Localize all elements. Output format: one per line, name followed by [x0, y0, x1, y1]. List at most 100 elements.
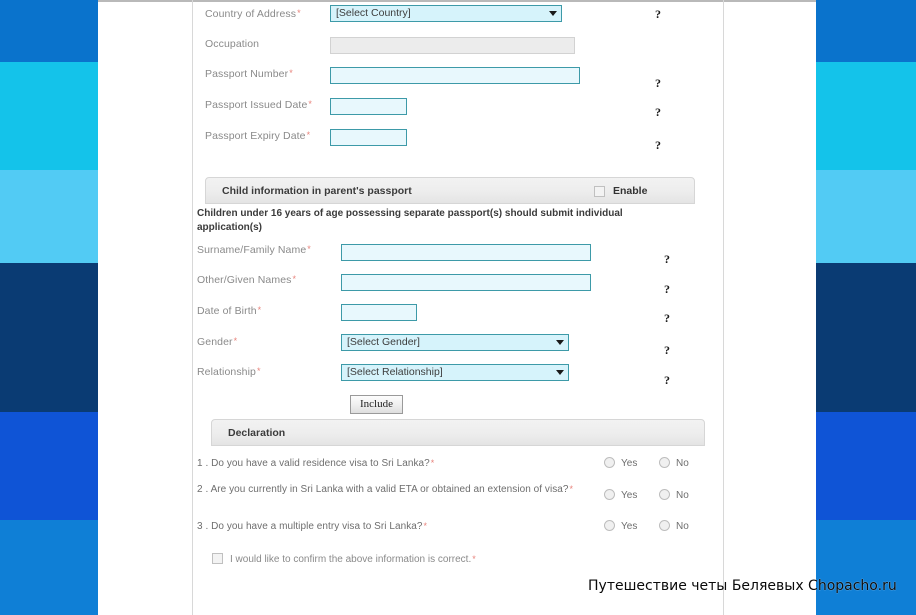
radio-label-q2-no[interactable]: No	[676, 490, 689, 501]
checkbox-enable-child-information[interactable]	[594, 186, 605, 197]
declaration-question-1: 1 . Do you have a valid residence visa t…	[197, 457, 597, 470]
include-button[interactable]: Include	[350, 395, 403, 414]
label-child-relationship: Relationship*	[197, 366, 261, 378]
help-icon-child-gender[interactable]: ?	[664, 343, 670, 358]
declaration-question-3: 3 . Do you have a multiple entry visa to…	[197, 520, 597, 533]
radio-label-q3-yes[interactable]: Yes	[621, 521, 637, 532]
background-band	[816, 170, 916, 263]
section-header-declaration: Declaration	[211, 419, 705, 446]
form-row-country-of-address: Country of Address* [Select Country] ?	[193, 2, 723, 32]
application-form-page: Country of Address* [Select Country] ? O…	[98, 0, 816, 615]
radio-q2-yes[interactable]	[604, 489, 615, 500]
radio-label-q1-yes[interactable]: Yes	[621, 458, 637, 469]
help-icon-child-surname[interactable]: ?	[664, 252, 670, 267]
required-marker: *	[257, 305, 262, 315]
form-row-child-date-of-birth: Date of Birth* ?	[193, 299, 723, 329]
label-passport-number: Passport Number*	[205, 68, 293, 80]
help-icon-passport-issued-date[interactable]: ?	[655, 105, 661, 120]
label-child-gender: Gender*	[197, 336, 238, 348]
watermark-text: Путешествие четы Беляевых Chopacho.ru	[588, 578, 897, 594]
label-country-of-address: Country of Address*	[205, 8, 301, 20]
form-row-occupation: Occupation	[193, 32, 723, 62]
label-passport-expiry-date: Passport Expiry Date*	[205, 130, 311, 142]
help-icon-country-of-address[interactable]: ?	[655, 7, 661, 22]
label-passport-issued-date: Passport Issued Date*	[205, 99, 312, 111]
chevron-down-icon[interactable]	[552, 335, 568, 350]
help-icon-child-given-names[interactable]: ?	[664, 282, 670, 297]
input-passport-expiry-date[interactable]	[330, 129, 407, 146]
required-marker: *	[472, 554, 476, 564]
question-number: 1 .	[197, 458, 209, 469]
radio-q2-no[interactable]	[659, 489, 670, 500]
background-band	[0, 62, 100, 170]
label-enable-child-information: Enable	[613, 185, 648, 197]
child-section-note: Children under 16 years of age possessin…	[197, 208, 623, 233]
label-child-given-names: Other/Given Names*	[197, 274, 297, 286]
label-occupation: Occupation	[205, 38, 260, 50]
radio-q1-no[interactable]	[659, 457, 670, 468]
input-passport-issued-date[interactable]	[330, 98, 407, 115]
required-marker: *	[292, 274, 297, 284]
form-row-passport-number: Passport Number* ?	[193, 62, 723, 92]
chevron-down-icon[interactable]	[545, 6, 561, 21]
required-marker: *	[308, 99, 312, 109]
required-marker: *	[297, 8, 301, 18]
required-marker: *	[257, 366, 261, 376]
help-icon-passport-number[interactable]: ?	[655, 76, 661, 91]
form-right-divider	[723, 0, 724, 615]
form-row-child-relationship: Relationship* [Select Relationship] ?	[193, 360, 723, 390]
form-row-child-gender: Gender* [Select Gender] ?	[193, 330, 723, 360]
input-passport-number[interactable]	[330, 67, 580, 84]
required-marker: *	[233, 336, 238, 346]
label-child-date-of-birth: Date of Birth*	[197, 305, 262, 317]
required-marker: *	[289, 68, 293, 78]
select-country-of-address-value: [Select Country]	[336, 7, 411, 19]
background-bands-right	[816, 0, 916, 615]
background-band	[816, 263, 916, 412]
help-icon-child-date-of-birth[interactable]: ?	[664, 311, 670, 326]
input-child-date-of-birth[interactable]	[341, 304, 417, 321]
required-marker: *	[307, 244, 311, 254]
section-title-child-information: Child information in parent's passport	[222, 185, 412, 197]
form-row-passport-issued-date: Passport Issued Date* ?	[193, 93, 723, 123]
form-row-child-surname: Surname/Family Name* ?	[193, 238, 723, 268]
visa-application-form: Country of Address* [Select Country] ? O…	[193, 0, 723, 615]
input-child-given-names[interactable]	[341, 274, 591, 291]
section-title-declaration: Declaration	[228, 427, 286, 439]
background-bands-left	[0, 0, 100, 615]
select-child-relationship[interactable]: [Select Relationship]	[341, 364, 569, 381]
question-text: Do you have a multiple entry visa to Sri…	[211, 521, 423, 532]
label-child-surname: Surname/Family Name*	[197, 244, 311, 256]
background-band	[816, 412, 916, 520]
background-band	[0, 412, 100, 520]
background-band	[816, 520, 916, 615]
checkbox-confirm-information[interactable]	[212, 553, 223, 564]
required-marker: *	[423, 521, 428, 531]
question-number: 2 .	[197, 484, 209, 495]
background-band	[0, 263, 100, 412]
background-band	[0, 170, 100, 263]
label-confirm-information: I would like to confirm the above inform…	[230, 554, 476, 565]
question-number: 3 .	[197, 521, 209, 532]
help-icon-child-relationship[interactable]: ?	[664, 373, 670, 388]
declaration-question-2: 2 . Are you currently in Sri Lanka with …	[197, 483, 597, 496]
question-text: Are you currently in Sri Lanka with a va…	[210, 484, 569, 495]
chevron-down-icon[interactable]	[552, 365, 568, 380]
radio-q3-yes[interactable]	[604, 520, 615, 531]
background-band	[816, 62, 916, 170]
required-marker: *	[306, 130, 311, 140]
radio-label-q2-yes[interactable]: Yes	[621, 490, 637, 501]
required-marker: *	[430, 458, 435, 468]
select-child-gender[interactable]: [Select Gender]	[341, 334, 569, 351]
form-row-child-given-names: Other/Given Names* ?	[193, 268, 723, 298]
question-text: Do you have a valid residence visa to Sr…	[211, 458, 430, 469]
input-occupation[interactable]	[330, 37, 575, 54]
radio-label-q3-no[interactable]: No	[676, 521, 689, 532]
required-marker: *	[569, 484, 574, 494]
input-child-surname[interactable]	[341, 244, 591, 261]
help-icon-passport-expiry-date[interactable]: ?	[655, 138, 661, 153]
radio-label-q1-no[interactable]: No	[676, 458, 689, 469]
radio-q1-yes[interactable]	[604, 457, 615, 468]
select-country-of-address[interactable]: [Select Country]	[330, 5, 562, 22]
radio-q3-no[interactable]	[659, 520, 670, 531]
